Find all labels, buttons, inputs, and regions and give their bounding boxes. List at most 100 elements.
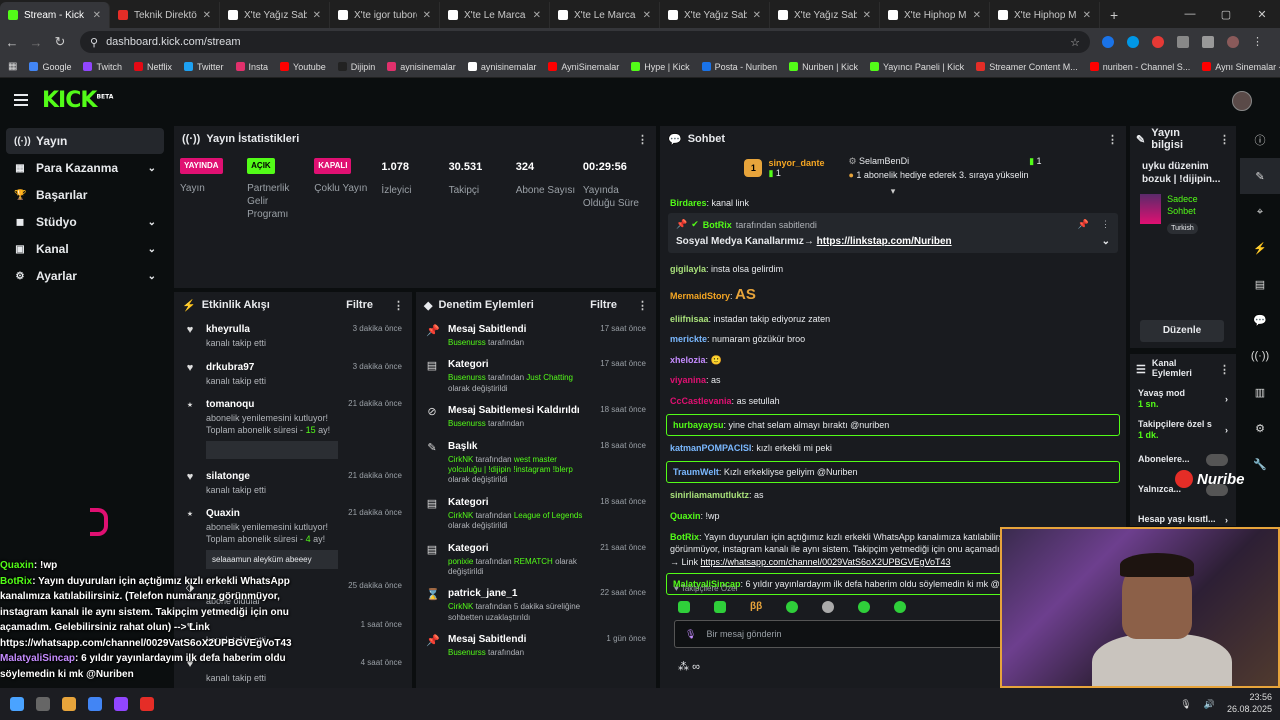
app-icon[interactable] bbox=[88, 697, 102, 711]
pinned-link[interactable]: https://linkstap.com/Nuriben bbox=[817, 236, 952, 247]
address-bar[interactable]: ⚲ dashboard.kick.com/stream ☆ bbox=[80, 31, 1090, 53]
apps-icon[interactable]: ▦ bbox=[8, 61, 17, 72]
bookmark-item[interactable]: Insta bbox=[235, 62, 268, 72]
tab-close-icon[interactable]: ✕ bbox=[973, 10, 981, 21]
chat-username[interactable]: MermaidStory bbox=[670, 291, 730, 301]
bookmark-item[interactable]: nuriben - Channel S... bbox=[1089, 62, 1190, 72]
tab-close-icon[interactable]: ✕ bbox=[753, 10, 761, 21]
chat-username[interactable]: Quaxin bbox=[670, 511, 701, 521]
chat-username[interactable]: gigilayla bbox=[670, 264, 706, 274]
chat-username[interactable]: CcCastlevania bbox=[670, 396, 732, 406]
more-options-icon[interactable]: ⋮ bbox=[637, 299, 648, 312]
bookmark-item[interactable]: Youtube bbox=[280, 62, 326, 72]
moderation-item[interactable]: ▤ Kategori ponixie tarafından REMATCH olar… bbox=[416, 537, 656, 583]
browser-tab[interactable]: X'te Hiphop Merk ✕ bbox=[990, 2, 1100, 28]
emote-icon[interactable] bbox=[714, 601, 726, 613]
activity-item[interactable]: ♥ silatonge kanalı takip etti 21 dakika önc… bbox=[174, 465, 412, 503]
menu-icon[interactable]: ⋮ bbox=[1252, 36, 1264, 48]
chat-message[interactable]: viyanina: as bbox=[660, 370, 1126, 391]
emote-picker-icon[interactable]: ⁂ bbox=[678, 661, 689, 673]
moderation-item[interactable]: ✎ Başlık CirkNK tarafından west master yol… bbox=[416, 435, 656, 491]
moderation-item[interactable]: 📌 Mesaj Sabitlendi Busenurss tarafından 1 g… bbox=[416, 628, 656, 663]
profile-icon[interactable] bbox=[1227, 36, 1239, 48]
browser-tab[interactable]: X'te Hiphop Merk ✕ bbox=[880, 2, 990, 28]
extension-icon[interactable] bbox=[1152, 36, 1164, 48]
chat-username[interactable]: sinirliamamutluktz bbox=[670, 490, 749, 500]
bookmark-item[interactable]: Streamer Content M... bbox=[976, 62, 1078, 72]
more-options-icon[interactable]: ⋮ bbox=[1219, 363, 1230, 376]
browser-tab[interactable]: X'te Yağız Sabunc ✕ bbox=[770, 2, 880, 28]
reload-icon[interactable]: ↻ bbox=[48, 34, 72, 50]
chevron-down-icon[interactable]: ⌄ bbox=[1102, 236, 1110, 247]
new-tab-button[interactable]: + bbox=[1100, 2, 1128, 28]
chat-username[interactable]: viyanina bbox=[670, 375, 706, 385]
emote-icon[interactable]: ββ bbox=[750, 601, 762, 613]
sidebar-item-2[interactable]: 🏆 Başarılar bbox=[6, 182, 164, 208]
media-icon[interactable] bbox=[1202, 36, 1214, 48]
bookmark-item[interactable]: Aynı Sinemalar - Ça... bbox=[1202, 62, 1280, 72]
gift-cta[interactable]: ● 1 abonelik hediye ederek 3. sıraya yük… bbox=[848, 170, 1041, 180]
chat-message[interactable]: gigilayla: insta olsa gelirdim bbox=[660, 259, 1126, 280]
bookmark-star-icon[interactable]: ☆ bbox=[1070, 36, 1080, 49]
chat-username[interactable]: katmanPOMPACISI bbox=[670, 443, 751, 453]
sidebar-item-3[interactable]: ◼ Stüdyo ⌄ bbox=[6, 209, 164, 235]
chat-message[interactable]: CcCastlevania: as setullah bbox=[660, 391, 1126, 412]
sidebar-item-4[interactable]: ▣ Kanal ⌄ bbox=[6, 236, 164, 262]
chat-message[interactable]: merickte: numaram gözükür broo bbox=[660, 329, 1126, 350]
channel-action-item[interactable]: Yavaş mod 1 sn. › bbox=[1130, 384, 1236, 415]
site-info-icon[interactable]: ⚲ bbox=[90, 36, 98, 49]
extension-icon[interactable] bbox=[1127, 36, 1139, 48]
tab-close-icon[interactable]: ✕ bbox=[643, 10, 651, 21]
chat-username[interactable]: hurbayaysu bbox=[673, 420, 724, 430]
chat-message[interactable]: xhelozia: 🙂 bbox=[660, 350, 1126, 371]
activity-user[interactable]: drkubra97 bbox=[206, 362, 343, 373]
mic-icon[interactable]: 🎙 bbox=[685, 629, 696, 640]
browser-tab[interactable]: Stream - Kick Dash ✕ bbox=[0, 2, 110, 28]
user-avatar[interactable] bbox=[1232, 91, 1252, 111]
pinned-message[interactable]: 📌 ✔ BotRix tarafından sabitlendi 📌 ⋮ Sosyal… bbox=[668, 213, 1118, 253]
edit-button[interactable]: Düzenle bbox=[1140, 320, 1224, 342]
link-icon[interactable]: ∞ bbox=[692, 661, 700, 673]
tab-close-icon[interactable]: ✕ bbox=[93, 10, 101, 21]
activity-item[interactable]: ⭑ tomanoqu abonelik yenilemesini kutluyor!… bbox=[174, 393, 412, 464]
more-options-icon[interactable]: ⋮ bbox=[637, 133, 648, 146]
app-icon[interactable] bbox=[62, 697, 76, 711]
info-icon[interactable]: ⓘ bbox=[1240, 122, 1280, 158]
browser-tab[interactable]: X'te Yağız Sabunc ✕ bbox=[660, 2, 770, 28]
browser-tab[interactable]: X'te Yağız Sabunc ✕ bbox=[220, 2, 330, 28]
forward-icon[interactable]: → bbox=[24, 35, 48, 50]
clipboard-icon[interactable]: ▤ bbox=[1240, 266, 1280, 302]
emote-icon[interactable] bbox=[822, 601, 834, 613]
activity-user[interactable]: tomanoqu bbox=[206, 399, 338, 410]
bookmark-item[interactable]: aynisinemalar bbox=[387, 62, 456, 72]
filter-button[interactable]: Filtre bbox=[346, 299, 373, 311]
emote-icon[interactable] bbox=[894, 601, 906, 613]
search-icon[interactable] bbox=[36, 697, 50, 711]
chat-message[interactable]: katmanPOMPACISI: kızlı erkekli mi peki bbox=[660, 438, 1126, 459]
bookmark-item[interactable]: Posta - Nuriben bbox=[701, 62, 777, 72]
chat-message[interactable]: hurbayaysu: yine chat selam almayı bırak… bbox=[666, 413, 1120, 437]
activity-user[interactable]: Quaxin bbox=[206, 508, 338, 519]
pin-toggle-icon[interactable]: 📌 bbox=[1078, 219, 1089, 230]
bookmark-item[interactable]: Dijipin bbox=[337, 62, 375, 72]
sidebar-item-1[interactable]: ▦ Para Kazanma ⌄ bbox=[6, 155, 164, 181]
broadcast-icon[interactable]: ((·)) bbox=[1240, 338, 1280, 374]
filter-button[interactable]: Filtre bbox=[590, 299, 617, 311]
channel-action-item[interactable]: Hesap yaşı kısıtl... › bbox=[1130, 505, 1236, 526]
emote-icon[interactable] bbox=[858, 601, 870, 613]
browser-tab[interactable]: Teknik Direktörün ✕ bbox=[110, 2, 220, 28]
browser-tab[interactable]: X'te Le Marca Spo ✕ bbox=[440, 2, 550, 28]
bolt-icon[interactable]: ⚡ bbox=[1240, 230, 1280, 266]
browser-tab[interactable]: X'te igor tuborg: ✕ bbox=[330, 2, 440, 28]
moderation-item[interactable]: ▤ Kategori Busenurss tarafından Just Chatt… bbox=[416, 353, 656, 399]
bookmark-item[interactable]: Yayıncı Paneli | Kick bbox=[869, 62, 964, 72]
chat-input[interactable]: 🎙 Bir mesaj gönderin bbox=[674, 620, 1004, 648]
crosshair-icon[interactable]: ⌖ bbox=[1240, 194, 1280, 230]
app-icon[interactable] bbox=[140, 697, 154, 711]
toggle-switch[interactable] bbox=[1206, 454, 1228, 466]
more-options-icon[interactable]: ⋮ bbox=[1219, 133, 1230, 146]
chat-username[interactable]: xhelozia bbox=[670, 355, 706, 365]
bookmark-item[interactable]: aynisinemalar bbox=[467, 62, 536, 72]
extensions-puzzle-icon[interactable] bbox=[1177, 36, 1189, 48]
chat-message[interactable]: MermaidStory: AS bbox=[660, 280, 1126, 309]
